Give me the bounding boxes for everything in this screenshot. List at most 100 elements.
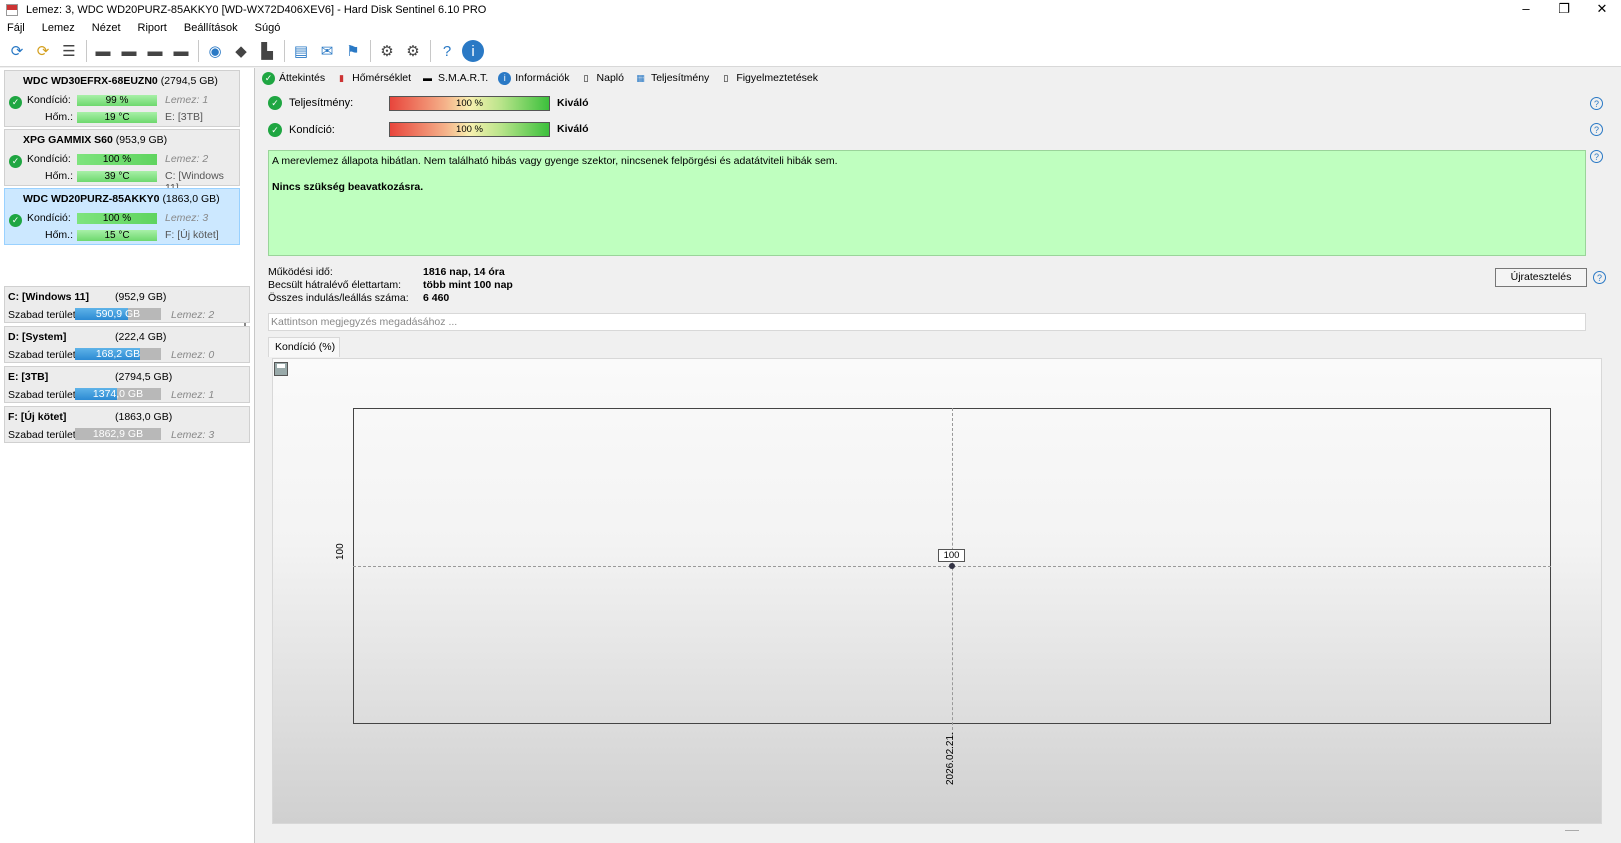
status-description: A merevlemez állapota hibátlan. Nem talá… — [268, 150, 1586, 256]
volume-size: (222,4 GB) — [115, 331, 167, 343]
info-icon[interactable]: i — [462, 40, 484, 62]
tab-alerts[interactable]: ▯ Figyelmeztetések — [719, 72, 818, 85]
volume-disk: Lemez: 0 — [171, 349, 215, 361]
disk-size: (2794,5 GB) — [160, 75, 218, 87]
tab-overview[interactable]: ✓ Áttekintés — [262, 71, 325, 85]
resize-grip[interactable] — [1565, 830, 1579, 831]
condition-row: ✓ Kondíció: — [268, 123, 335, 137]
disk-item-selected[interactable]: WDC WD20PURZ-85AKKY0 (1863,0 GB) ✓ Kondí… — [4, 188, 240, 245]
check-icon: ✓ — [9, 155, 22, 168]
menu-settings[interactable]: Beállítások — [184, 22, 238, 34]
condition-label: Kondíció: — [27, 153, 71, 165]
maximize-button[interactable]: ❐ — [1545, 0, 1583, 18]
volume-size: (952,9 GB) — [115, 291, 167, 303]
temperature-bar: 15 °C — [77, 230, 157, 241]
tab-smart[interactable]: ▬ S.M.A.R.T. — [421, 72, 488, 85]
tab-temperature[interactable]: ▮ Hőmérséklet — [335, 72, 411, 85]
performance-label: Teljesítmény: — [289, 97, 354, 109]
info-icon: i — [498, 71, 512, 85]
volume-item[interactable]: F: [Új kötet] (1863,0 GB) Szabad terület… — [4, 406, 250, 443]
volume-item[interactable]: D: [System] (222,4 GB) Szabad terület 16… — [4, 326, 250, 363]
help-icon[interactable]: ? — [1590, 123, 1603, 136]
volume-name: C: [Windows 11] — [8, 291, 89, 303]
disk-icon: ▬ — [423, 73, 433, 83]
remaining-life-value: több mint 100 nap — [423, 279, 513, 291]
disk-item[interactable]: WDC WD30EFRX-68EUZN0 (2794,5 GB) ✓ Kondí… — [4, 70, 240, 127]
toolbar: ⟳ ⟳ ☰ ▬ ▬ ▬ ▬ ◉ ◆ ▙ ▤ ✉ ⚑ ⚙ ⚙ ? i — [0, 36, 1621, 67]
disk-settings-icon[interactable]: ⚙ — [402, 40, 424, 62]
start-stop-value: 6 460 — [423, 292, 450, 304]
disk-name: XPG GAMMIX S60 — [23, 134, 113, 146]
refresh-icon[interactable]: ⟳ — [6, 40, 28, 62]
remote-icon[interactable]: ◆ — [230, 40, 252, 62]
menu-view[interactable]: Nézet — [92, 22, 121, 34]
menu-report[interactable]: Riport — [138, 22, 167, 34]
temperature-label: Hőm.: — [45, 170, 74, 182]
check-icon: ✓ — [268, 96, 282, 110]
status-text: A merevlemez állapota hibátlan. Nem talá… — [272, 155, 838, 167]
tab-log[interactable]: ▯ Napló — [580, 72, 624, 85]
tab-condition-chart[interactable]: Kondíció (%) — [268, 337, 340, 357]
send-report-icon[interactable]: ⚑ — [342, 40, 364, 62]
save-icon[interactable] — [274, 362, 288, 376]
menu-file[interactable]: Fájl — [7, 22, 25, 34]
free-space-label: Szabad terület — [8, 429, 76, 441]
chart-icon: ▦ — [636, 72, 645, 83]
backup-icon[interactable]: ▙ — [256, 40, 278, 62]
disk-volume: E: [3TB] — [165, 111, 203, 123]
performance-rating: Kiváló — [557, 97, 589, 109]
remaining-life-label: Becsült hátralévő élettartam: — [268, 279, 402, 291]
disk-volume: F: [Új kötet] — [165, 229, 219, 241]
volume-size: (1863,0 GB) — [115, 411, 173, 423]
disk-clock-icon[interactable]: ▬ — [118, 40, 140, 62]
disk-number: Lemez: 3 — [165, 212, 209, 224]
volume-disk: Lemez: 1 — [171, 389, 215, 401]
tab-performance[interactable]: ▦ Teljesítmény — [634, 72, 709, 85]
check-icon: ✓ — [262, 71, 275, 85]
help-icon[interactable]: ? — [436, 40, 458, 62]
help-icon[interactable]: ? — [1590, 150, 1603, 163]
free-space-label: Szabad terület — [8, 309, 76, 321]
performance-bar: 100 % — [389, 96, 550, 111]
tab-bar: ✓ Áttekintés ▮ Hőmérséklet ▬ S.M.A.R.T. i In… — [262, 68, 828, 88]
close-button[interactable]: ✕ — [1583, 0, 1621, 18]
tab-information[interactable]: i Információk — [498, 71, 570, 85]
free-space-label: Szabad terület — [8, 349, 76, 361]
retest-button[interactable]: Újratesztelés — [1495, 268, 1587, 287]
list-icon[interactable]: ☰ — [58, 40, 80, 62]
refresh-all-icon[interactable]: ⟳ — [32, 40, 54, 62]
volume-item[interactable]: C: [Windows 11] (952,9 GB) Szabad terüle… — [4, 286, 250, 323]
volume-item[interactable]: E: [3TB] (2794,5 GB) Szabad terület 1374… — [4, 366, 250, 403]
disk-icon[interactable]: ▬ — [92, 40, 114, 62]
network-icon[interactable]: ◉ — [204, 40, 226, 62]
help-icon[interactable]: ? — [1593, 271, 1606, 284]
disk-item[interactable]: XPG GAMMIX S60 (953,9 GB) ✓ Kondíció: 10… — [4, 129, 240, 194]
report-icon[interactable]: ▤ — [290, 40, 312, 62]
menu-help[interactable]: Súgó — [255, 22, 281, 34]
document-icon: ▯ — [723, 72, 729, 83]
free-space-label: Szabad terület — [8, 389, 76, 401]
note-input[interactable]: Kattintson megjegyzés megadásához ... — [268, 313, 1586, 331]
performance-row: ✓ Teljesítmény: — [268, 96, 353, 110]
settings-icon[interactable]: ⚙ — [376, 40, 398, 62]
disk-search-icon[interactable]: ▬ — [170, 40, 192, 62]
menu-disk[interactable]: Lemez — [42, 22, 75, 34]
uptime-label: Működési idő: — [268, 266, 333, 278]
chart-vline — [952, 408, 953, 750]
disk-check-icon[interactable]: ▬ — [144, 40, 166, 62]
app-icon — [6, 3, 18, 16]
mail-icon[interactable]: ✉ — [316, 40, 338, 62]
temperature-bar: 19 °C — [77, 112, 157, 123]
condition-label: Kondíció: — [27, 94, 71, 106]
minimize-button[interactable]: – — [1507, 0, 1545, 18]
disk-size: (1863,0 GB) — [162, 193, 220, 205]
document-icon: ▯ — [583, 72, 589, 83]
left-panel: WDC WD30EFRX-68EUZN0 (2794,5 GB) ✓ Kondí… — [0, 68, 255, 843]
start-stop-label: Összes indulás/leállás száma: — [268, 292, 409, 304]
help-icon[interactable]: ? — [1590, 97, 1603, 110]
scrollbar[interactable] — [1608, 68, 1621, 843]
condition-bar: 100 % — [77, 213, 157, 224]
chart-xtick-label: 2026.02.21. — [945, 732, 956, 785]
volume-size: (2794,5 GB) — [115, 371, 173, 383]
volume-disk: Lemez: 2 — [171, 309, 215, 321]
